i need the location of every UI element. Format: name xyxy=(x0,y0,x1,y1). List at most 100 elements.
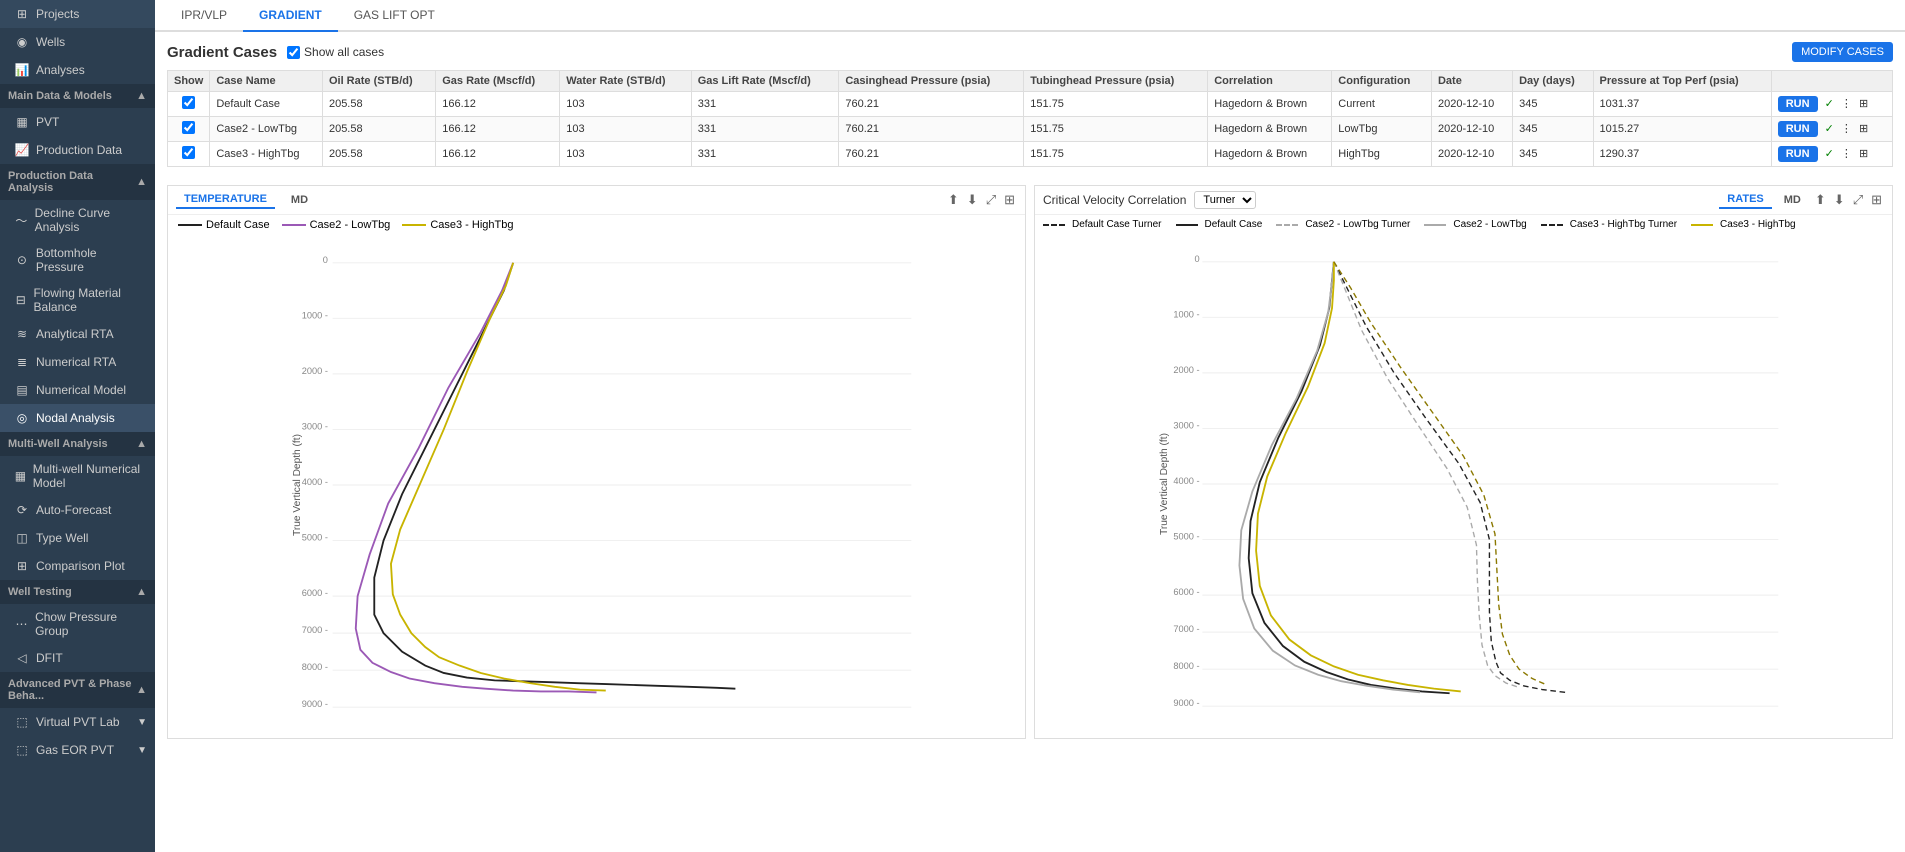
right-tab-md[interactable]: MD xyxy=(1776,192,1809,208)
sidebar-item-numerical-rta[interactable]: ≣ Numerical RTA xyxy=(0,348,155,376)
svg-text:8000 -: 8000 - xyxy=(302,662,328,672)
flowing-material-icon: ⊟ xyxy=(14,292,28,308)
tab-bar: IPR/VLP GRADIENT GAS LIFT OPT xyxy=(155,0,1905,32)
left-chart-body: True Vertical Depth (ft) 0 1000 - 2000 -… xyxy=(168,235,1025,738)
col-actions xyxy=(1771,71,1892,92)
svg-text:4000 -: 4000 - xyxy=(1173,476,1199,486)
show-all-checkbox[interactable] xyxy=(287,46,300,59)
sidebar-item-decline-curve[interactable]: 〜 Decline Curve Analysis xyxy=(0,200,155,240)
sidebar-item-analyses[interactable]: 📊 Analyses xyxy=(0,56,155,84)
right-zoom-icon[interactable]: ⤢ xyxy=(1851,190,1865,210)
sidebar-item-auto-forecast[interactable]: ⟳ Auto-Forecast xyxy=(0,496,155,524)
col-gas-rate: Gas Rate (Mscf/d) xyxy=(436,71,560,92)
svg-text:5000 -: 5000 - xyxy=(302,533,328,543)
col-case-name: Case Name xyxy=(210,71,323,92)
right-legend-item: Case3 - HighTbg xyxy=(1691,219,1796,230)
svg-text:6000 -: 6000 - xyxy=(302,588,328,598)
gas-eor-icon: ⬚ xyxy=(14,742,30,758)
show-checkbox-cell[interactable] xyxy=(168,142,210,167)
run-button[interactable]: RUN xyxy=(1778,96,1818,112)
bottomhole-icon: ⊙ xyxy=(14,252,30,268)
more-icon[interactable]: ⋮ xyxy=(1841,123,1852,135)
section-main-data[interactable]: Main Data & Models ▲ xyxy=(0,84,155,108)
right-case3-turner-line xyxy=(1334,262,1547,685)
section-well-testing[interactable]: Well Testing ▲ xyxy=(0,580,155,604)
casinghead-cell: 760.21 xyxy=(839,142,1024,167)
sidebar-item-dfit[interactable]: ◁ DFIT xyxy=(0,644,155,672)
sidebar-item-gas-eor[interactable]: ⬚ Gas EOR PVT ▼ xyxy=(0,736,155,764)
more-icon[interactable]: ⋮ xyxy=(1841,148,1852,160)
sidebar-item-analytical-rta[interactable]: ≋ Analytical RTA xyxy=(0,320,155,348)
section-advanced-pvt[interactable]: Advanced PVT & Phase Beha... ▲ xyxy=(0,672,155,708)
col-show: Show xyxy=(168,71,210,92)
sidebar: ⊞ Projects ◉ Wells 📊 Analyses Main Data … xyxy=(0,0,155,852)
sidebar-item-comparison-plot[interactable]: ⊞ Comparison Plot xyxy=(0,552,155,580)
right-tab-rates[interactable]: RATES xyxy=(1719,191,1771,209)
casinghead-cell: 760.21 xyxy=(839,117,1024,142)
grid-icon[interactable]: ⊞ xyxy=(1859,148,1868,160)
show-checkbox-cell[interactable] xyxy=(168,92,210,117)
sidebar-item-multiwell-numerical[interactable]: ▦ Multi-well Numerical Model xyxy=(0,456,155,496)
section-multiwell[interactable]: Multi-Well Analysis ▲ xyxy=(0,432,155,456)
tab-ipr-vlp[interactable]: IPR/VLP xyxy=(165,0,243,32)
gas-rate-cell: 166.12 xyxy=(436,92,560,117)
row-show-checkbox[interactable] xyxy=(182,146,195,159)
left-tab-md[interactable]: MD xyxy=(283,192,316,208)
show-all-label[interactable]: Show all cases xyxy=(287,45,384,59)
svg-text:7000 -: 7000 - xyxy=(1173,624,1199,634)
right-settings-icon[interactable]: ⊞ xyxy=(1869,190,1884,210)
sidebar-item-projects[interactable]: ⊞ Projects xyxy=(0,0,155,28)
row-show-checkbox[interactable] xyxy=(182,96,195,109)
zoom-icon[interactable]: ⤢ xyxy=(984,190,998,210)
virtual-pvt-icon: ⬚ xyxy=(14,714,30,730)
sidebar-item-pvt[interactable]: ▦ PVT xyxy=(0,108,155,136)
col-pressure-top-perf: Pressure at Top Perf (psia) xyxy=(1593,71,1771,92)
settings-icon[interactable]: ⊞ xyxy=(1002,190,1017,210)
svg-text:0: 0 xyxy=(1194,254,1199,264)
sidebar-item-nodal-analysis[interactable]: ◎ Nodal Analysis xyxy=(0,404,155,432)
run-button[interactable]: RUN xyxy=(1778,121,1818,137)
export-icon[interactable]: ⬆ xyxy=(946,190,961,210)
section-production-analysis[interactable]: Production Data Analysis ▲ xyxy=(0,164,155,200)
chow-icon: ⋯ xyxy=(14,616,29,632)
left-chart: TEMPERATURE MD ⬆ ⬇ ⤢ ⊞ Default CaseCase2… xyxy=(167,185,1026,739)
numerical-rta-icon: ≣ xyxy=(14,354,30,370)
svg-text:1000 -: 1000 - xyxy=(302,310,328,320)
default-case-line xyxy=(374,263,735,689)
configuration-cell: Current xyxy=(1332,92,1432,117)
sidebar-item-bottomhole[interactable]: ⊙ Bottomhole Pressure xyxy=(0,240,155,280)
sidebar-item-type-well[interactable]: ◫ Type Well xyxy=(0,524,155,552)
tab-gradient[interactable]: GRADIENT xyxy=(243,0,338,32)
row-show-checkbox[interactable] xyxy=(182,121,195,134)
modify-cases-button[interactable]: MODIFY CASES xyxy=(1792,42,1893,62)
show-checkbox-cell[interactable] xyxy=(168,117,210,142)
sidebar-item-virtual-pvt[interactable]: ⬚ Virtual PVT Lab ▼ xyxy=(0,708,155,736)
right-legend-item: Case2 - LowTbg xyxy=(1424,219,1526,230)
grid-icon[interactable]: ⊞ xyxy=(1859,123,1868,135)
water-rate-cell: 103 xyxy=(560,92,691,117)
analytical-rta-icon: ≋ xyxy=(14,326,30,342)
tubinghead-cell: 151.75 xyxy=(1024,92,1208,117)
tab-gas-lift-opt[interactable]: GAS LIFT OPT xyxy=(338,0,451,32)
day-cell: 345 xyxy=(1513,142,1593,167)
sidebar-item-numerical-model[interactable]: ▤ Numerical Model xyxy=(0,376,155,404)
right-export-icon[interactable]: ⬆ xyxy=(1813,190,1828,210)
multiwell-icon: ▦ xyxy=(14,468,27,484)
correlation-select[interactable]: Turner xyxy=(1194,191,1256,209)
run-button[interactable]: RUN xyxy=(1778,146,1818,162)
sidebar-item-chow-pressure[interactable]: ⋯ Chow Pressure Group xyxy=(0,604,155,644)
right-download-icon[interactable]: ⬇ xyxy=(1832,190,1847,210)
download-icon[interactable]: ⬇ xyxy=(965,190,980,210)
grid-icon[interactable]: ⊞ xyxy=(1859,98,1868,110)
left-tab-temperature[interactable]: TEMPERATURE xyxy=(176,191,275,209)
sidebar-item-wells[interactable]: ◉ Wells xyxy=(0,28,155,56)
col-date: Date xyxy=(1431,71,1512,92)
sidebar-item-label: Wells xyxy=(36,35,65,49)
sidebar-item-flowing-material[interactable]: ⊟ Flowing Material Balance xyxy=(0,280,155,320)
more-icon[interactable]: ⋮ xyxy=(1841,98,1852,110)
svg-text:2000 -: 2000 - xyxy=(302,366,328,376)
case2-line xyxy=(356,263,597,693)
sidebar-item-production-data[interactable]: 📈 Production Data xyxy=(0,136,155,164)
day-cell: 345 xyxy=(1513,92,1593,117)
main-content: IPR/VLP GRADIENT GAS LIFT OPT Gradient C… xyxy=(155,0,1905,852)
